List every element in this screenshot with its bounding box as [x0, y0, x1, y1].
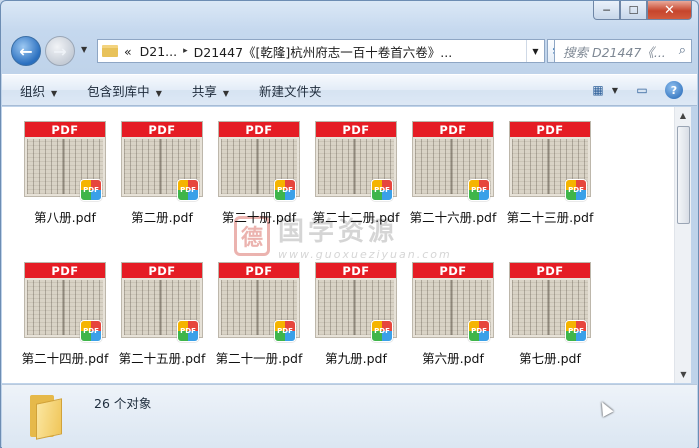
file-item[interactable]: PDF PDF 第二十一册.pdf [211, 262, 307, 382]
breadcrumb-separator-icon[interactable]: ▸ [183, 46, 188, 56]
file-name: 第二十六册.pdf [409, 210, 497, 225]
preview-pane-icon[interactable]: ▭ [633, 81, 651, 99]
back-button[interactable]: ← [11, 36, 41, 66]
explorer-window: ─ ☐ ✕ ← → ▼ « D21... ▸ D21447《[乾隆]杭州府志一百… [0, 0, 699, 448]
scroll-down-icon[interactable]: ▼ [675, 366, 692, 383]
toolbar-right-group: ▦ ▼ ▭ ? [589, 81, 683, 99]
pdf-app-icon: PDF [80, 320, 102, 342]
pdf-thumbnail-band: PDF [316, 263, 396, 278]
file-name: 第七册.pdf [519, 351, 581, 366]
pdf-app-icon: PDF [468, 179, 490, 201]
include-in-library-label: 包含到库中 [87, 83, 150, 99]
file-item[interactable]: PDF PDF 第二十六册.pdf [405, 121, 501, 241]
details-pane: 26 个对象 [2, 384, 697, 448]
breadcrumb-overflow[interactable]: « [124, 44, 132, 59]
file-item[interactable]: PDF PDF 第二十二册.pdf [308, 121, 404, 241]
folder-icon [102, 45, 118, 57]
maximize-button[interactable]: ☐ [620, 1, 647, 20]
file-item[interactable]: PDF PDF 第八册.pdf [17, 121, 113, 241]
file-name: 第九册.pdf [325, 351, 387, 366]
search-input[interactable]: 搜索 D21447《... ⌕ [554, 39, 692, 63]
file-name: 第二册.pdf [131, 210, 193, 225]
share-label: 共享 [191, 83, 217, 99]
pdf-app-icon: PDF [565, 320, 587, 342]
file-item[interactable]: PDF PDF 第九册.pdf [308, 262, 404, 382]
file-name: 第二十三册.pdf [506, 210, 594, 225]
pdf-thumbnail-band: PDF [413, 263, 493, 278]
file-item[interactable]: PDF PDF 第二十册.pdf [211, 121, 307, 241]
file-list[interactable]: 德 国学资源 www.guoxueziyuan.com PDF PDF 第八册.pd… [2, 107, 674, 383]
file-item[interactable]: PDF PDF 第七册.pdf [502, 262, 598, 382]
file-item[interactable]: PDF PDF 第二册.pdf [114, 121, 210, 241]
file-name: 第八册.pdf [34, 210, 96, 225]
file-item[interactable]: PDF PDF 第二十三册.pdf [502, 121, 598, 241]
file-name: 第二十一册.pdf [215, 351, 303, 366]
search-icon[interactable]: ⌕ [679, 43, 686, 58]
file-item[interactable]: PDF PDF 第二十五册.pdf [114, 262, 210, 382]
pdf-app-icon: PDF [80, 179, 102, 201]
file-name: 第二十二册.pdf [312, 210, 400, 225]
pdf-app-icon: PDF [371, 320, 393, 342]
folder-icon [30, 391, 62, 440]
pdf-thumbnail-band: PDF [122, 263, 202, 278]
file-item[interactable]: PDF PDF 第二十四册.pdf [17, 262, 113, 382]
watermark-url: www.guoxueziyuan.com [278, 248, 452, 261]
pdf-thumbnail-band: PDF [316, 122, 396, 137]
pdf-app-icon: PDF [565, 179, 587, 201]
navigation-bar: ← → ▼ « D21... ▸ D21447《[乾隆]杭州府志一百十卷首六卷》… [9, 35, 692, 67]
pdf-thumbnail-band: PDF [122, 122, 202, 137]
chevron-down-icon: ▼ [51, 88, 58, 98]
help-icon[interactable]: ? [665, 81, 683, 99]
pdf-app-icon: PDF [177, 320, 199, 342]
include-in-library-menu[interactable]: 包含到库中 ▼ [87, 81, 162, 100]
pdf-app-icon: PDF [274, 320, 296, 342]
breadcrumb-item-current[interactable]: D21447《[乾隆]杭州府志一百十卷首六卷》... [194, 42, 453, 61]
change-view-icon[interactable]: ▦ [589, 81, 607, 99]
pdf-app-icon: PDF [468, 320, 490, 342]
file-name: 第六册.pdf [422, 351, 484, 366]
organize-menu[interactable]: 组织 ▼ [20, 81, 57, 100]
scrollbar-thumb[interactable] [677, 126, 690, 224]
recent-pages-dropdown[interactable]: ▼ [81, 45, 87, 54]
minimize-button[interactable]: ─ [593, 1, 620, 20]
view-options-dropdown[interactable]: ▼ [611, 81, 619, 99]
scroll-up-icon[interactable]: ▲ [675, 107, 691, 124]
command-bar: 组织 ▼ 包含到库中 ▼ 共享 ▼ 新建文件夹 ▦ ▼ ▭ ? [2, 74, 697, 106]
chevron-down-icon: ▼ [155, 88, 162, 98]
vertical-scrollbar[interactable]: ▲ ▼ [674, 107, 691, 383]
address-dropdown-icon[interactable]: ▼ [526, 40, 544, 62]
pdf-thumbnail-band: PDF [510, 263, 590, 278]
file-name: 第二十五册.pdf [118, 351, 206, 366]
new-folder-button[interactable]: 新建文件夹 [259, 81, 322, 100]
caption-buttons: ─ ☐ ✕ [593, 1, 692, 20]
close-button[interactable]: ✕ [647, 1, 692, 20]
pdf-app-icon: PDF [371, 179, 393, 201]
chevron-down-icon: ▼ [222, 88, 230, 98]
pdf-thumbnail-band: PDF [25, 263, 105, 278]
pdf-thumbnail-band: PDF [219, 263, 299, 278]
pdf-thumbnail-band: PDF [25, 122, 105, 137]
pdf-thumbnail-band: PDF [413, 122, 493, 137]
file-item[interactable]: PDF PDF 第六册.pdf [405, 262, 501, 382]
address-bar[interactable]: « D21... ▸ D21447《[乾隆]杭州府志一百十卷首六卷》... ▼ [97, 39, 545, 63]
breadcrumb-item[interactable]: D21... [140, 44, 177, 59]
pdf-app-icon: PDF [177, 179, 199, 201]
search-placeholder: 搜索 D21447《... [563, 44, 666, 60]
forward-button[interactable]: → [45, 36, 75, 66]
file-name: 第二十四册.pdf [21, 351, 109, 366]
pdf-app-icon: PDF [274, 179, 296, 201]
file-name: 第二十册.pdf [221, 210, 297, 225]
share-menu[interactable]: 共享 ▼ [192, 81, 229, 100]
pdf-thumbnail-band: PDF [219, 122, 299, 137]
item-count: 26 个对象 [94, 396, 152, 411]
organize-label: 组织 [20, 83, 46, 99]
pdf-thumbnail-band: PDF [510, 122, 590, 137]
